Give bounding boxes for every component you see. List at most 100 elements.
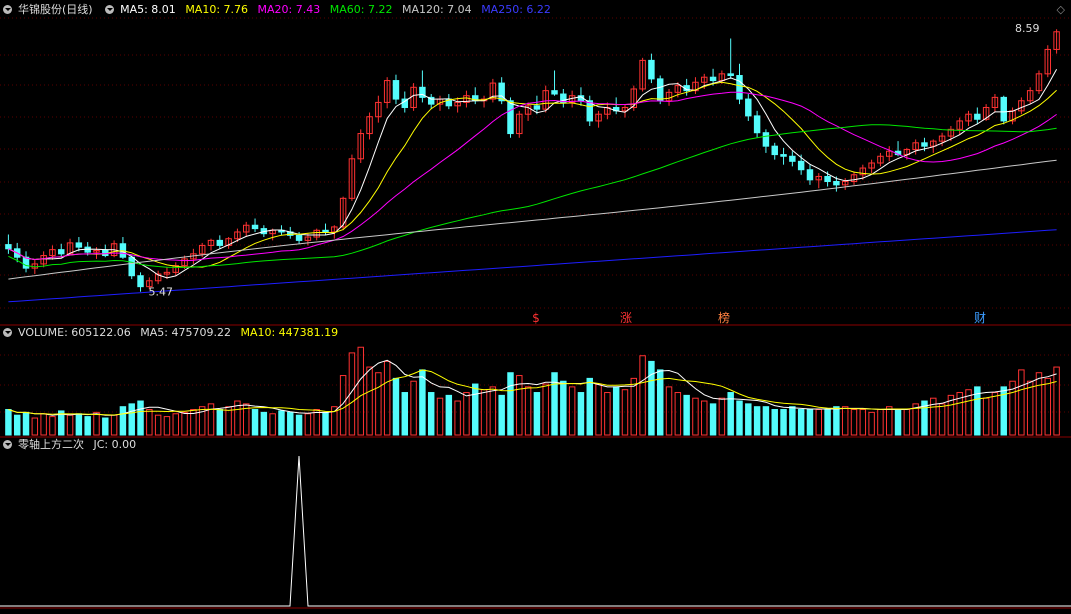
volume-bar	[577, 392, 585, 436]
volume-bar	[859, 409, 867, 436]
candle-body	[921, 142, 928, 147]
volume-bar	[137, 400, 144, 436]
candle-body	[1000, 96, 1007, 122]
volume-bar	[31, 417, 39, 436]
volume-bar	[560, 380, 567, 436]
event-marker: 涨	[620, 310, 632, 325]
volume-bar	[692, 397, 699, 436]
volume-bar	[841, 406, 849, 436]
volume-bar	[524, 386, 532, 436]
volume-bar	[903, 409, 911, 436]
candle-body	[137, 275, 144, 288]
stock-chart[interactable]: 8.59 5.47 $ 涨 榜 财	[0, 0, 1071, 614]
candle-body	[727, 73, 734, 77]
volume-bar	[392, 377, 400, 436]
candle-body	[656, 78, 664, 102]
volume-bar	[824, 409, 831, 436]
candle-body	[736, 75, 743, 100]
volume-bar	[1044, 377, 1052, 436]
volume-bar	[533, 392, 541, 436]
volume-bar	[753, 406, 761, 436]
volume-bar	[771, 409, 778, 436]
volume-bar	[40, 413, 47, 436]
volume-bar	[982, 397, 990, 436]
volume-bar	[5, 409, 12, 436]
volume-bar	[383, 360, 391, 436]
volume-bar	[868, 411, 875, 436]
volume-bar	[93, 411, 100, 436]
volume-bar	[463, 392, 470, 436]
volume-bar	[163, 416, 171, 436]
candle-body	[780, 154, 787, 157]
volume-bar	[612, 386, 620, 436]
candle-body	[392, 80, 400, 100]
volume-ma10-line	[8, 369, 1057, 416]
volume-bar	[445, 394, 453, 436]
volume-bar	[427, 392, 435, 436]
candle-body	[974, 113, 981, 120]
volume-bar	[498, 394, 505, 436]
volume-bar	[806, 409, 814, 436]
volume-bar	[797, 409, 805, 436]
volume-bar	[604, 392, 611, 436]
volume-bar	[568, 386, 576, 436]
candle-body	[797, 160, 805, 171]
volume-bar	[102, 417, 109, 436]
volume-bar	[789, 406, 796, 436]
candle-body	[322, 229, 329, 233]
volume-bar	[683, 394, 690, 436]
volume-bar	[762, 406, 770, 436]
volume-bar	[938, 403, 946, 436]
candle-body	[771, 145, 778, 156]
volume-bar	[75, 413, 83, 436]
volume-bar	[84, 416, 91, 436]
candle-body	[824, 175, 831, 183]
high-price-label: 8.59	[1015, 22, 1040, 35]
volume-bar	[154, 414, 162, 436]
volume-bar	[313, 409, 320, 436]
volume-bar	[894, 409, 902, 436]
volume-bar	[13, 414, 21, 436]
volume-bar	[401, 392, 409, 436]
volume-bar	[877, 409, 884, 436]
volume-bar	[489, 386, 497, 436]
volume-bar	[709, 403, 717, 436]
volume-bar	[260, 411, 268, 436]
low-price-label: 5.47	[149, 286, 174, 299]
ma120-line	[8, 159, 1057, 280]
volume-bar	[1035, 372, 1043, 436]
candle-body	[128, 256, 135, 277]
volume-bar	[295, 414, 303, 436]
candle-body	[709, 76, 717, 82]
volume-bar	[815, 409, 823, 436]
candle-body	[806, 169, 814, 181]
candle-body	[745, 98, 752, 117]
candle-body	[753, 115, 761, 134]
candle-body	[762, 132, 770, 147]
volume-bar	[225, 406, 232, 436]
event-marker: 财	[974, 311, 986, 325]
volume-bar	[472, 383, 479, 436]
volume-bar	[833, 406, 840, 436]
volume-bar	[1018, 369, 1025, 436]
volume-bar	[701, 400, 708, 436]
volume-bar	[366, 366, 373, 436]
candle-body	[507, 100, 514, 135]
volume-bar	[736, 400, 743, 436]
candle-body	[551, 90, 558, 95]
volume-bar	[22, 411, 30, 436]
volume-bar	[181, 411, 188, 436]
volume-bar	[630, 377, 638, 436]
candle-body	[5, 244, 12, 250]
volume-bar	[128, 403, 135, 436]
volume-bar	[665, 386, 673, 436]
volume-bar	[304, 413, 312, 436]
ma60-line	[8, 124, 1057, 268]
volume-bar	[278, 410, 285, 436]
volume-bar	[745, 403, 752, 436]
candle-body	[533, 105, 541, 110]
volume-bar	[436, 397, 444, 436]
volume-bar	[269, 413, 276, 436]
volume-bar	[251, 409, 259, 436]
volume-bar	[375, 372, 382, 436]
